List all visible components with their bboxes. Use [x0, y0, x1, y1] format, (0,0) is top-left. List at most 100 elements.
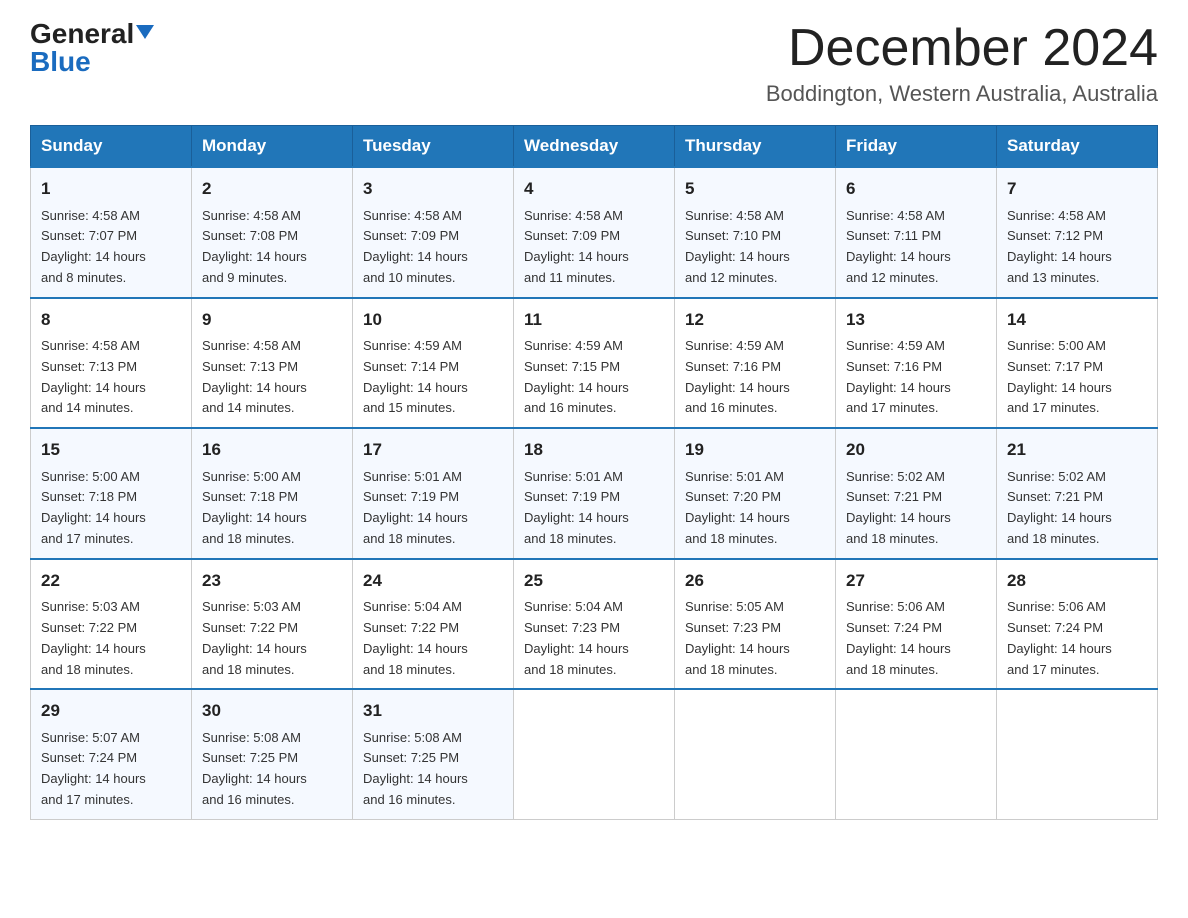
day-info: Sunrise: 5:01 AMSunset: 7:19 PMDaylight:… — [363, 467, 503, 550]
logo: General Blue — [30, 20, 154, 78]
day-info: Sunrise: 4:58 AMSunset: 7:12 PMDaylight:… — [1007, 206, 1147, 289]
calendar-cell: 21 Sunrise: 5:02 AMSunset: 7:21 PMDayligh… — [997, 428, 1158, 559]
calendar-cell: 6 Sunrise: 4:58 AMSunset: 7:11 PMDaylight… — [836, 167, 997, 298]
day-info: Sunrise: 4:58 AMSunset: 7:10 PMDaylight:… — [685, 206, 825, 289]
calendar-cell: 9 Sunrise: 4:58 AMSunset: 7:13 PMDaylight… — [192, 298, 353, 429]
day-info: Sunrise: 5:05 AMSunset: 7:23 PMDaylight:… — [685, 597, 825, 680]
calendar-cell: 25 Sunrise: 5:04 AMSunset: 7:23 PMDayligh… — [514, 559, 675, 690]
day-info: Sunrise: 5:00 AMSunset: 7:18 PMDaylight:… — [41, 467, 181, 550]
calendar-cell — [514, 689, 675, 819]
day-info: Sunrise: 5:06 AMSunset: 7:24 PMDaylight:… — [846, 597, 986, 680]
day-number: 14 — [1007, 307, 1147, 333]
week-row-5: 29Sunrise: 5:07 AMSunset: 7:24 PMDayligh… — [31, 689, 1158, 819]
calendar-cell: 22 Sunrise: 5:03 AMSunset: 7:22 PMDayligh… — [31, 559, 192, 690]
header-saturday: Saturday — [997, 126, 1158, 168]
day-info: Sunrise: 4:58 AMSunset: 7:13 PMDaylight:… — [202, 336, 342, 419]
calendar-cell: 14Sunrise: 5:00 AMSunset: 7:17 PMDayligh… — [997, 298, 1158, 429]
day-info: Sunrise: 4:58 AMSunset: 7:07 PMDaylight:… — [41, 206, 181, 289]
day-number: 5 — [685, 176, 825, 202]
calendar-cell: 26 Sunrise: 5:05 AMSunset: 7:23 PMDayligh… — [675, 559, 836, 690]
day-info: Sunrise: 5:01 AMSunset: 7:19 PMDaylight:… — [524, 467, 664, 550]
day-info: Sunrise: 5:00 AMSunset: 7:18 PMDaylight:… — [202, 467, 342, 550]
calendar-cell: 17 Sunrise: 5:01 AMSunset: 7:19 PMDayligh… — [353, 428, 514, 559]
calendar-cell: 19 Sunrise: 5:01 AMSunset: 7:20 PMDayligh… — [675, 428, 836, 559]
week-row-4: 22 Sunrise: 5:03 AMSunset: 7:22 PMDayligh… — [31, 559, 1158, 690]
day-number: 17 — [363, 437, 503, 463]
day-info: Sunrise: 5:04 AMSunset: 7:22 PMDaylight:… — [363, 597, 503, 680]
day-number: 31 — [363, 698, 503, 724]
calendar-cell: 3Sunrise: 4:58 AMSunset: 7:09 PMDaylight… — [353, 167, 514, 298]
logo-triangle-icon — [136, 25, 154, 39]
day-number: 26 — [685, 568, 825, 594]
day-info: Sunrise: 5:03 AMSunset: 7:22 PMDaylight:… — [202, 597, 342, 680]
day-info: Sunrise: 5:04 AMSunset: 7:23 PMDaylight:… — [524, 597, 664, 680]
header-wednesday: Wednesday — [514, 126, 675, 168]
day-number: 18 — [524, 437, 664, 463]
header-tuesday: Tuesday — [353, 126, 514, 168]
day-info: Sunrise: 4:58 AMSunset: 7:11 PMDaylight:… — [846, 206, 986, 289]
page-header: General Blue December 2024 Boddington, W… — [30, 20, 1158, 107]
day-info: Sunrise: 4:59 AMSunset: 7:16 PMDaylight:… — [685, 336, 825, 419]
day-number: 7 — [1007, 176, 1147, 202]
day-number: 2 — [202, 176, 342, 202]
day-number: 25 — [524, 568, 664, 594]
week-row-1: 1 Sunrise: 4:58 AMSunset: 7:07 PMDaylight… — [31, 167, 1158, 298]
day-number: 9 — [202, 307, 342, 333]
day-info: Sunrise: 5:02 AMSunset: 7:21 PMDaylight:… — [846, 467, 986, 550]
day-number: 15 — [41, 437, 181, 463]
logo-general: General — [30, 20, 134, 48]
day-number: 8 — [41, 307, 181, 333]
calendar-cell: 18 Sunrise: 5:01 AMSunset: 7:19 PMDayligh… — [514, 428, 675, 559]
calendar-cell: 31 Sunrise: 5:08 AMSunset: 7:25 PMDayligh… — [353, 689, 514, 819]
day-info: Sunrise: 4:58 AMSunset: 7:09 PMDaylight:… — [524, 206, 664, 289]
day-number: 21 — [1007, 437, 1147, 463]
calendar-cell: 23 Sunrise: 5:03 AMSunset: 7:22 PMDayligh… — [192, 559, 353, 690]
header-friday: Friday — [836, 126, 997, 168]
day-info: Sunrise: 4:59 AMSunset: 7:15 PMDaylight:… — [524, 336, 664, 419]
calendar-cell: 1 Sunrise: 4:58 AMSunset: 7:07 PMDaylight… — [31, 167, 192, 298]
day-number: 13 — [846, 307, 986, 333]
header-sunday: Sunday — [31, 126, 192, 168]
day-number: 19 — [685, 437, 825, 463]
location-title: Boddington, Western Australia, Australia — [766, 81, 1158, 107]
week-row-3: 15 Sunrise: 5:00 AMSunset: 7:18 PMDayligh… — [31, 428, 1158, 559]
day-info: Sunrise: 4:58 AMSunset: 7:13 PMDaylight:… — [41, 336, 181, 419]
calendar-cell — [675, 689, 836, 819]
day-info: Sunrise: 5:07 AMSunset: 7:24 PMDaylight:… — [41, 728, 181, 811]
day-number: 10 — [363, 307, 503, 333]
day-info: Sunrise: 5:08 AMSunset: 7:25 PMDaylight:… — [363, 728, 503, 811]
calendar-cell: 20 Sunrise: 5:02 AMSunset: 7:21 PMDayligh… — [836, 428, 997, 559]
day-info: Sunrise: 5:08 AMSunset: 7:25 PMDaylight:… — [202, 728, 342, 811]
calendar-cell: 12 Sunrise: 4:59 AMSunset: 7:16 PMDayligh… — [675, 298, 836, 429]
title-block: December 2024 Boddington, Western Austra… — [766, 20, 1158, 107]
calendar-cell: 8 Sunrise: 4:58 AMSunset: 7:13 PMDaylight… — [31, 298, 192, 429]
logo-blue: Blue — [30, 46, 91, 78]
day-info: Sunrise: 5:06 AMSunset: 7:24 PMDaylight:… — [1007, 597, 1147, 680]
day-number: 27 — [846, 568, 986, 594]
day-info: Sunrise: 5:03 AMSunset: 7:22 PMDaylight:… — [41, 597, 181, 680]
calendar-cell: 5 Sunrise: 4:58 AMSunset: 7:10 PMDaylight… — [675, 167, 836, 298]
header-thursday: Thursday — [675, 126, 836, 168]
day-number: 28 — [1007, 568, 1147, 594]
day-info: Sunrise: 5:02 AMSunset: 7:21 PMDaylight:… — [1007, 467, 1147, 550]
day-info: Sunrise: 4:59 AMSunset: 7:14 PMDaylight:… — [363, 336, 503, 419]
day-number: 12 — [685, 307, 825, 333]
day-number: 11 — [524, 307, 664, 333]
calendar-cell: 11 Sunrise: 4:59 AMSunset: 7:15 PMDayligh… — [514, 298, 675, 429]
week-row-2: 8 Sunrise: 4:58 AMSunset: 7:13 PMDaylight… — [31, 298, 1158, 429]
month-title: December 2024 — [766, 20, 1158, 77]
calendar-cell — [836, 689, 997, 819]
day-number: 22 — [41, 568, 181, 594]
day-number: 16 — [202, 437, 342, 463]
day-number: 1 — [41, 176, 181, 202]
day-info: Sunrise: 5:01 AMSunset: 7:20 PMDaylight:… — [685, 467, 825, 550]
day-number: 3 — [363, 176, 503, 202]
day-info: Sunrise: 4:59 AMSunset: 7:16 PMDaylight:… — [846, 336, 986, 419]
calendar-cell: 7 Sunrise: 4:58 AMSunset: 7:12 PMDaylight… — [997, 167, 1158, 298]
day-number: 4 — [524, 176, 664, 202]
calendar-cell: 30Sunrise: 5:08 AMSunset: 7:25 PMDayligh… — [192, 689, 353, 819]
day-number: 6 — [846, 176, 986, 202]
calendar-cell: 27 Sunrise: 5:06 AMSunset: 7:24 PMDayligh… — [836, 559, 997, 690]
day-number: 20 — [846, 437, 986, 463]
day-number: 23 — [202, 568, 342, 594]
